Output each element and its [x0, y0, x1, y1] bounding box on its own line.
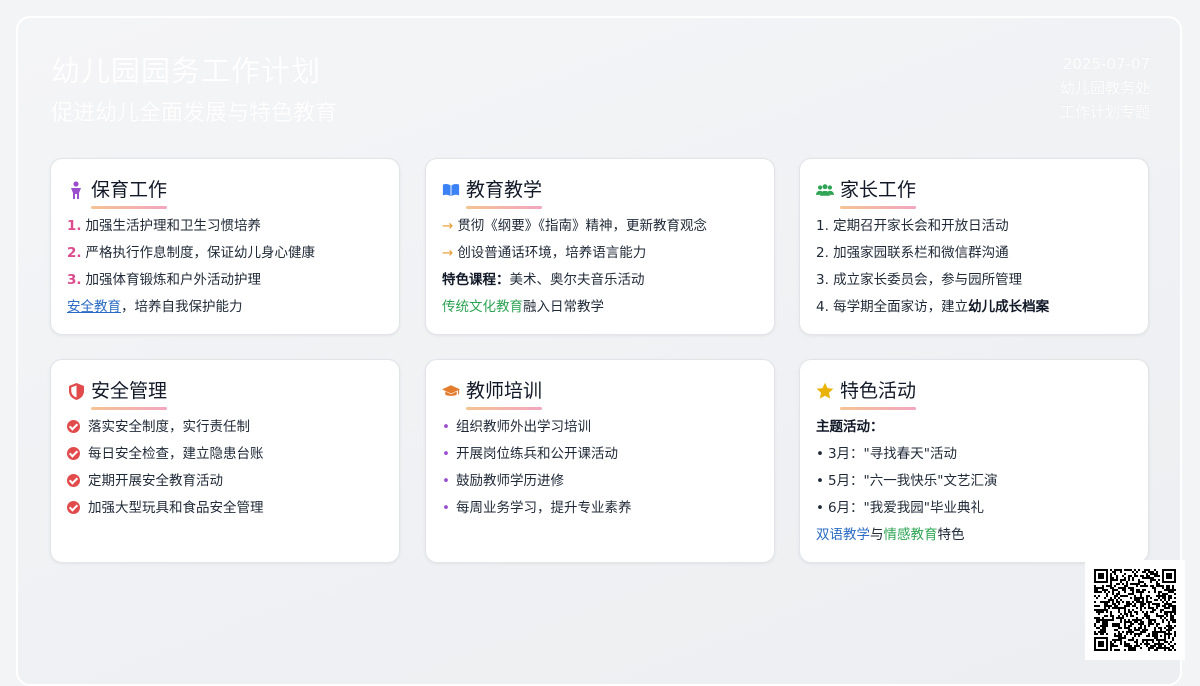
card-training: 教师培训 • 组织教师外出学习培训 • 开展岗位练兵和公开课活动 • 鼓励教师学历进修… [425, 359, 775, 563]
list-item: 传统文化教育融入日常教学 [442, 299, 604, 315]
child-icon [67, 181, 85, 199]
safety-education-link[interactable]: 安全教育 [67, 299, 121, 315]
date-label: 2025-07-07 [1062, 55, 1150, 73]
list-item: • 组织教师外出学习培训 [442, 419, 591, 435]
card-title: 教师培训 [466, 376, 543, 410]
list-item: 1. 定期召开家长会和开放日活动 [816, 218, 1009, 234]
department-label: 幼儿园教务处 [1059, 79, 1150, 97]
users-icon [816, 181, 834, 199]
card-title: 保育工作 [91, 175, 168, 209]
list-item: • 3月："寻找春天"活动 [816, 446, 957, 462]
card-activities: 特色活动 主题活动： • 3月："寻找春天"活动 • 5月："六一我快乐"文艺汇演 … [799, 359, 1149, 563]
page-title: 幼儿园园务工作计划 [51, 54, 322, 88]
list-item: • 鼓励教师学历进修 [442, 473, 564, 489]
card-title: 安全管理 [91, 376, 168, 410]
star-icon [816, 382, 834, 400]
card-care: 保育工作 1. 加强生活护理和卫生习惯培养 2. 严格执行作息制度，保证幼儿身心健康… [50, 158, 400, 335]
page-subtitle: 促进幼儿全面发展与特色教育 [51, 101, 338, 126]
card-title: 特色活动 [840, 376, 917, 410]
list-item: • 5月："六一我快乐"文艺汇演 [816, 473, 998, 489]
list-item: 3. 成立家长委员会，参与园所管理 [816, 272, 1023, 288]
header-meta: 2025-07-07 幼儿园教务处 工作计划专题 [1060, 52, 1150, 124]
topic-label: 工作计划专题 [1059, 103, 1150, 121]
book-icon [442, 181, 460, 199]
check-circle-icon [67, 501, 80, 514]
check-circle-icon [67, 420, 80, 433]
card-parents: 家长工作 1. 定期召开家长会和开放日活动 2. 加强家园联系栏和微信群沟通 3… [799, 158, 1149, 335]
list-item: → 贯彻《纲要》《指南》精神，更新教育观念 [442, 218, 708, 234]
list-item: 每日安全检查，建立隐患台账 [67, 441, 383, 468]
list-item: 定期开展安全教育活动 [67, 468, 383, 495]
list-item: 落实安全制度，实行责任制 [67, 414, 383, 441]
theme-label: 主题活动： [816, 419, 884, 435]
card-title: 教育教学 [466, 175, 543, 209]
list-item: → 创设普通话环境，培养语言能力 [442, 245, 647, 261]
list-item: 3. 加强体育锻炼和户外活动护理 [67, 272, 262, 288]
shield-icon [67, 382, 85, 400]
qr-code-image [1094, 569, 1176, 651]
card-safety: 安全管理 落实安全制度，实行责任制 每日安全检查，建立隐患台账 定期开展安全教育… [50, 359, 400, 563]
list-item: 安全教育，培养自我保护能力 [67, 299, 243, 315]
list-item: 1. 加强生活护理和卫生习惯培养 [67, 218, 262, 234]
card-teaching: 教育教学 → 贯彻《纲要》《指南》精神，更新教育观念 → 创设普通话环境，培养语言能… [425, 158, 775, 335]
qr-code [1085, 560, 1185, 660]
check-circle-icon [67, 447, 80, 460]
list-item: • 开展岗位练兵和公开课活动 [442, 446, 618, 462]
graduation-cap-icon [442, 382, 460, 400]
list-item: • 6月："我爱我园"毕业典礼 [816, 500, 984, 516]
list-item: 特色课程：美术、奥尔夫音乐活动 [442, 272, 645, 288]
check-circle-icon [67, 474, 80, 487]
list-item: • 每周业务学习，提升专业素养 [442, 500, 632, 516]
list-item: 2. 严格执行作息制度，保证幼儿身心健康 [67, 245, 316, 261]
card-title: 家长工作 [840, 175, 917, 209]
list-item: 4. 每学期全面家访，建立幼儿成长档案 [816, 299, 1050, 315]
list-item: 2. 加强家园联系栏和微信群沟通 [816, 245, 1009, 261]
list-item: 双语教学与情感教育特色 [816, 527, 965, 543]
list-item: 加强大型玩具和食品安全管理 [67, 495, 383, 522]
